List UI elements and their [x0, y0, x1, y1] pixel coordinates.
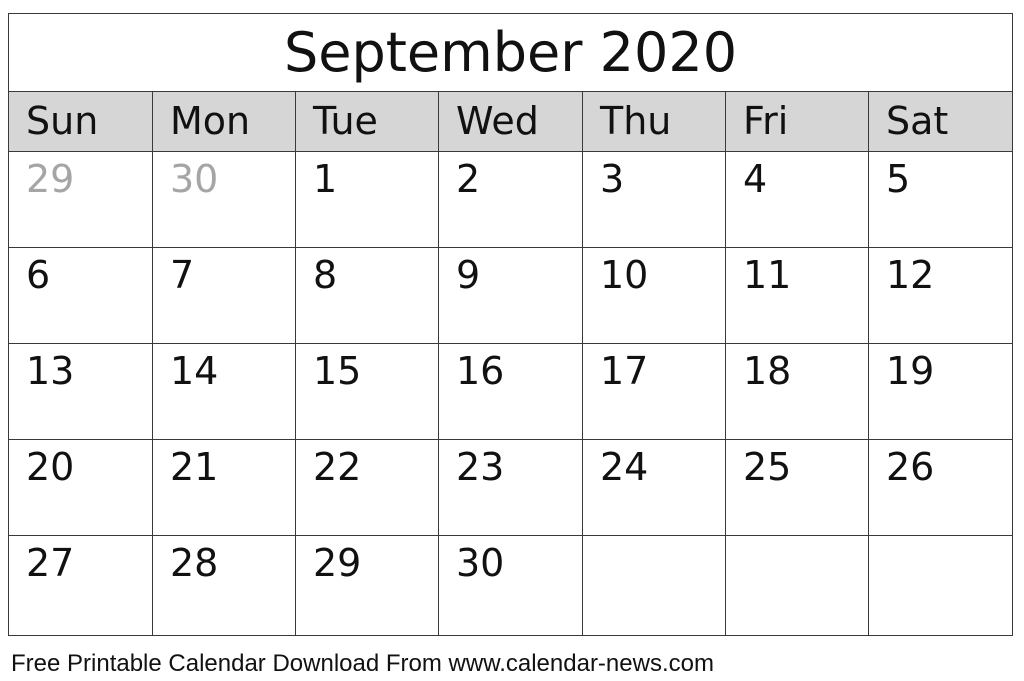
- weekday-header-row: Sun Mon Tue Wed Thu Fri Sat: [8, 91, 1014, 152]
- weekday-thu: Thu: [582, 91, 726, 152]
- weekday-wed: Wed: [438, 91, 583, 152]
- day-cell: 22: [295, 439, 439, 536]
- weekday-sun: Sun: [8, 91, 153, 152]
- day-cell: 1: [295, 151, 439, 248]
- day-cell: 30: [152, 151, 296, 248]
- day-cell: 3: [582, 151, 726, 248]
- day-cell: 6: [8, 247, 153, 344]
- day-cell: 10: [582, 247, 726, 344]
- day-cell: 2: [438, 151, 583, 248]
- day-cell: 9: [438, 247, 583, 344]
- day-cell: 27: [8, 535, 153, 636]
- week-row: 27 28 29 30: [8, 535, 1014, 636]
- day-cell: 16: [438, 343, 583, 440]
- day-cell: 5: [867, 151, 1014, 248]
- day-cell: 7: [152, 247, 296, 344]
- day-cell: 4: [725, 151, 869, 248]
- day-cell: 20: [8, 439, 153, 536]
- day-cell: 28: [152, 535, 296, 636]
- day-cell: 18: [725, 343, 869, 440]
- day-cell: 29: [8, 151, 153, 248]
- calendar-grid: September 2020 Sun Mon Tue Wed Thu Fri S…: [7, 13, 1014, 636]
- day-cell: 25: [725, 439, 869, 536]
- week-row: 29 30 1 2 3 4 5: [8, 151, 1014, 248]
- day-cell: 24: [582, 439, 726, 536]
- week-row: 6 7 8 9 10 11 12: [8, 247, 1014, 344]
- calendar-weeks: 29 30 1 2 3 4 5 6 7 8 9 10 11 12 13 14 15 16 17 18 19 20 21 22 2…: [8, 151, 1014, 636]
- week-row: 13 14 15 16 17 18 19: [8, 343, 1014, 440]
- day-cell: 13: [8, 343, 153, 440]
- day-cell: 8: [295, 247, 439, 344]
- day-cell: 11: [725, 247, 869, 344]
- title-row: September 2020: [7, 13, 1014, 92]
- empty-day-cell: [582, 535, 726, 636]
- empty-day-cell: [867, 535, 1014, 636]
- weekday-tue: Tue: [295, 91, 439, 152]
- day-cell: 17: [582, 343, 726, 440]
- week-row: 20 21 22 23 24 25 26: [8, 439, 1014, 536]
- weekday-mon: Mon: [152, 91, 296, 152]
- weekday-sat: Sat: [867, 91, 1014, 152]
- day-cell: 29: [295, 535, 439, 636]
- day-cell: 15: [295, 343, 439, 440]
- day-cell: 19: [867, 343, 1014, 440]
- day-cell: 26: [867, 439, 1014, 536]
- weekday-fri: Fri: [725, 91, 869, 152]
- day-cell: 21: [152, 439, 296, 536]
- empty-day-cell: [725, 535, 869, 636]
- day-cell: 30: [438, 535, 583, 636]
- day-cell: 23: [438, 439, 583, 536]
- day-cell: 12: [867, 247, 1014, 344]
- footer-credit: Free Printable Calendar Download From ww…: [11, 650, 714, 677]
- calendar-title: September 2020: [7, 13, 1014, 92]
- day-cell: 14: [152, 343, 296, 440]
